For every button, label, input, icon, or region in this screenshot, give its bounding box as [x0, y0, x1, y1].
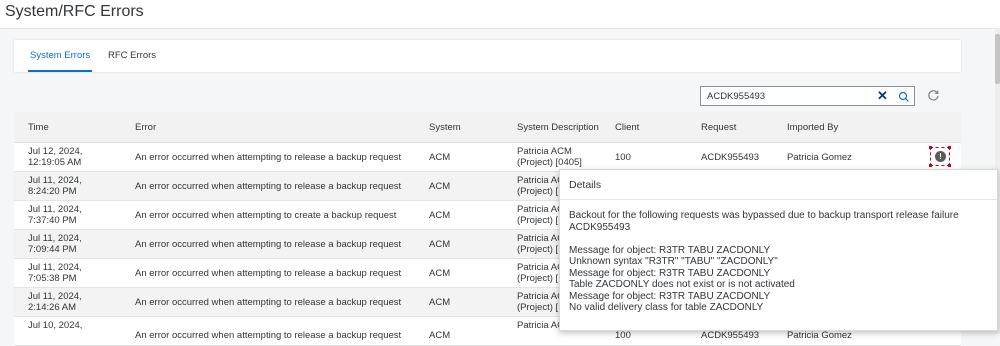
error-cell: An error occurred when attempting to rel…: [135, 297, 402, 308]
info-icon: !: [935, 151, 946, 162]
details-message: Message for object: R3TR TABU ZACDONLY: [569, 290, 771, 302]
system-cell: ACM: [429, 181, 451, 192]
system-cell: ACM: [429, 152, 451, 163]
popover-title: Details: [569, 179, 602, 191]
column-header-time[interactable]: Time: [28, 122, 49, 133]
details-message: Message for object: R3TR TABU ZACDONLY: [569, 267, 771, 279]
system-cell: ACM: [429, 210, 451, 221]
request-cell: ACDK955493: [701, 152, 760, 163]
error-cell: An error occurred when attempting to cre…: [135, 210, 397, 221]
system-cell: ACM: [429, 297, 451, 308]
client-cell: 100: [615, 152, 631, 163]
client-cell: 100: [615, 330, 631, 341]
details-message: Table ZACDONLY does not exist or is not …: [569, 279, 795, 290]
details-popover: Details Backout for the following reques…: [559, 169, 998, 331]
time-cell: Jul 11, 2024, 2:14:26 AM: [28, 291, 82, 313]
system-description-cell: Patricia AC (Project) [: [517, 175, 564, 197]
tab-system-errors[interactable]: System Errors: [27, 50, 93, 72]
search-field[interactable]: ✕: [700, 86, 915, 106]
system-description-cell: Patricia ACM (Project) [0405]: [517, 146, 582, 168]
details-message: Message for object: R3TR TABU ZACDONLY: [569, 244, 771, 256]
column-header-client[interactable]: Client: [615, 122, 639, 133]
search-icon[interactable]: [898, 90, 910, 108]
system-cell: ACM: [429, 268, 451, 279]
error-cell: An error occurred when attempting to rel…: [135, 268, 402, 279]
system-cell: ACM: [429, 330, 451, 341]
error-cell: An error occurred when attempting to rel…: [135, 152, 402, 163]
page-header: System/RFC Errors: [0, 0, 1000, 29]
column-header-request[interactable]: Request: [701, 122, 736, 133]
error-cell: An error occurred when attempting to rel…: [135, 181, 402, 192]
system-description-cell: Patricia AC (Project) [: [517, 233, 564, 255]
error-cell: An error occurred when attempting to rel…: [135, 330, 402, 341]
table-header: Time Error System System Description Cli…: [14, 112, 961, 143]
details-message: No valid delivery class for table ZACDON…: [569, 302, 764, 313]
time-cell: Jul 10, 2024,: [28, 320, 83, 331]
tab-rfc-errors[interactable]: RFC Errors: [108, 50, 156, 61]
details-info-button[interactable]: !: [929, 146, 951, 167]
page-title: System/RFC Errors: [5, 3, 144, 20]
column-header-error[interactable]: Error: [135, 122, 156, 133]
system-description-cell: Patricia AC (Project) [: [517, 291, 564, 313]
time-cell: Jul 12, 2024, 12:19:05 AM: [28, 146, 83, 168]
imported-by-cell: Patricia Gomez: [787, 152, 852, 163]
time-cell: Jul 11, 2024, 7:37:40 PM: [28, 204, 82, 226]
system-description-cell: Patricia AC (Project) [: [517, 262, 564, 284]
system-cell: ACM: [429, 239, 451, 250]
close-icon[interactable]: ✕: [877, 89, 888, 103]
popover-body: Backout for the following requests was b…: [569, 210, 993, 314]
imported-by-cell: Patricia Gomez: [787, 330, 852, 341]
details-summary: Backout for the following requests was b…: [569, 210, 959, 221]
scrollbar-thumb[interactable]: [995, 34, 1000, 84]
system-description-cell: Patricia AC (Project) [: [517, 204, 564, 226]
column-header-system[interactable]: System: [429, 122, 461, 133]
system-description-cell: Patricia AC: [517, 320, 564, 331]
time-cell: Jul 11, 2024, 7:09:44 PM: [28, 233, 82, 255]
error-cell: An error occurred when attempting to rel…: [135, 239, 402, 250]
details-message: Unknown syntax "R3TR" "TABU" "ZACDONLY": [569, 256, 778, 267]
details-request: ACDK955493: [569, 221, 631, 233]
column-header-imported-by[interactable]: Imported By: [787, 122, 838, 133]
time-cell: Jul 11, 2024, 7:05:38 PM: [28, 262, 82, 284]
request-cell: ACDK955493: [701, 330, 760, 341]
tab-bar: System Errors RFC Errors: [14, 40, 961, 72]
popover-header: Details: [560, 170, 997, 200]
time-cell: Jul 11, 2024, 8:24:20 PM: [28, 175, 82, 197]
column-header-system-description[interactable]: System Description: [517, 122, 599, 133]
table-row[interactable]: Jul 12, 2024, 12:19:05 AM An error occurr…: [14, 143, 961, 172]
refresh-icon[interactable]: [927, 89, 940, 107]
search-input[interactable]: [707, 90, 857, 102]
